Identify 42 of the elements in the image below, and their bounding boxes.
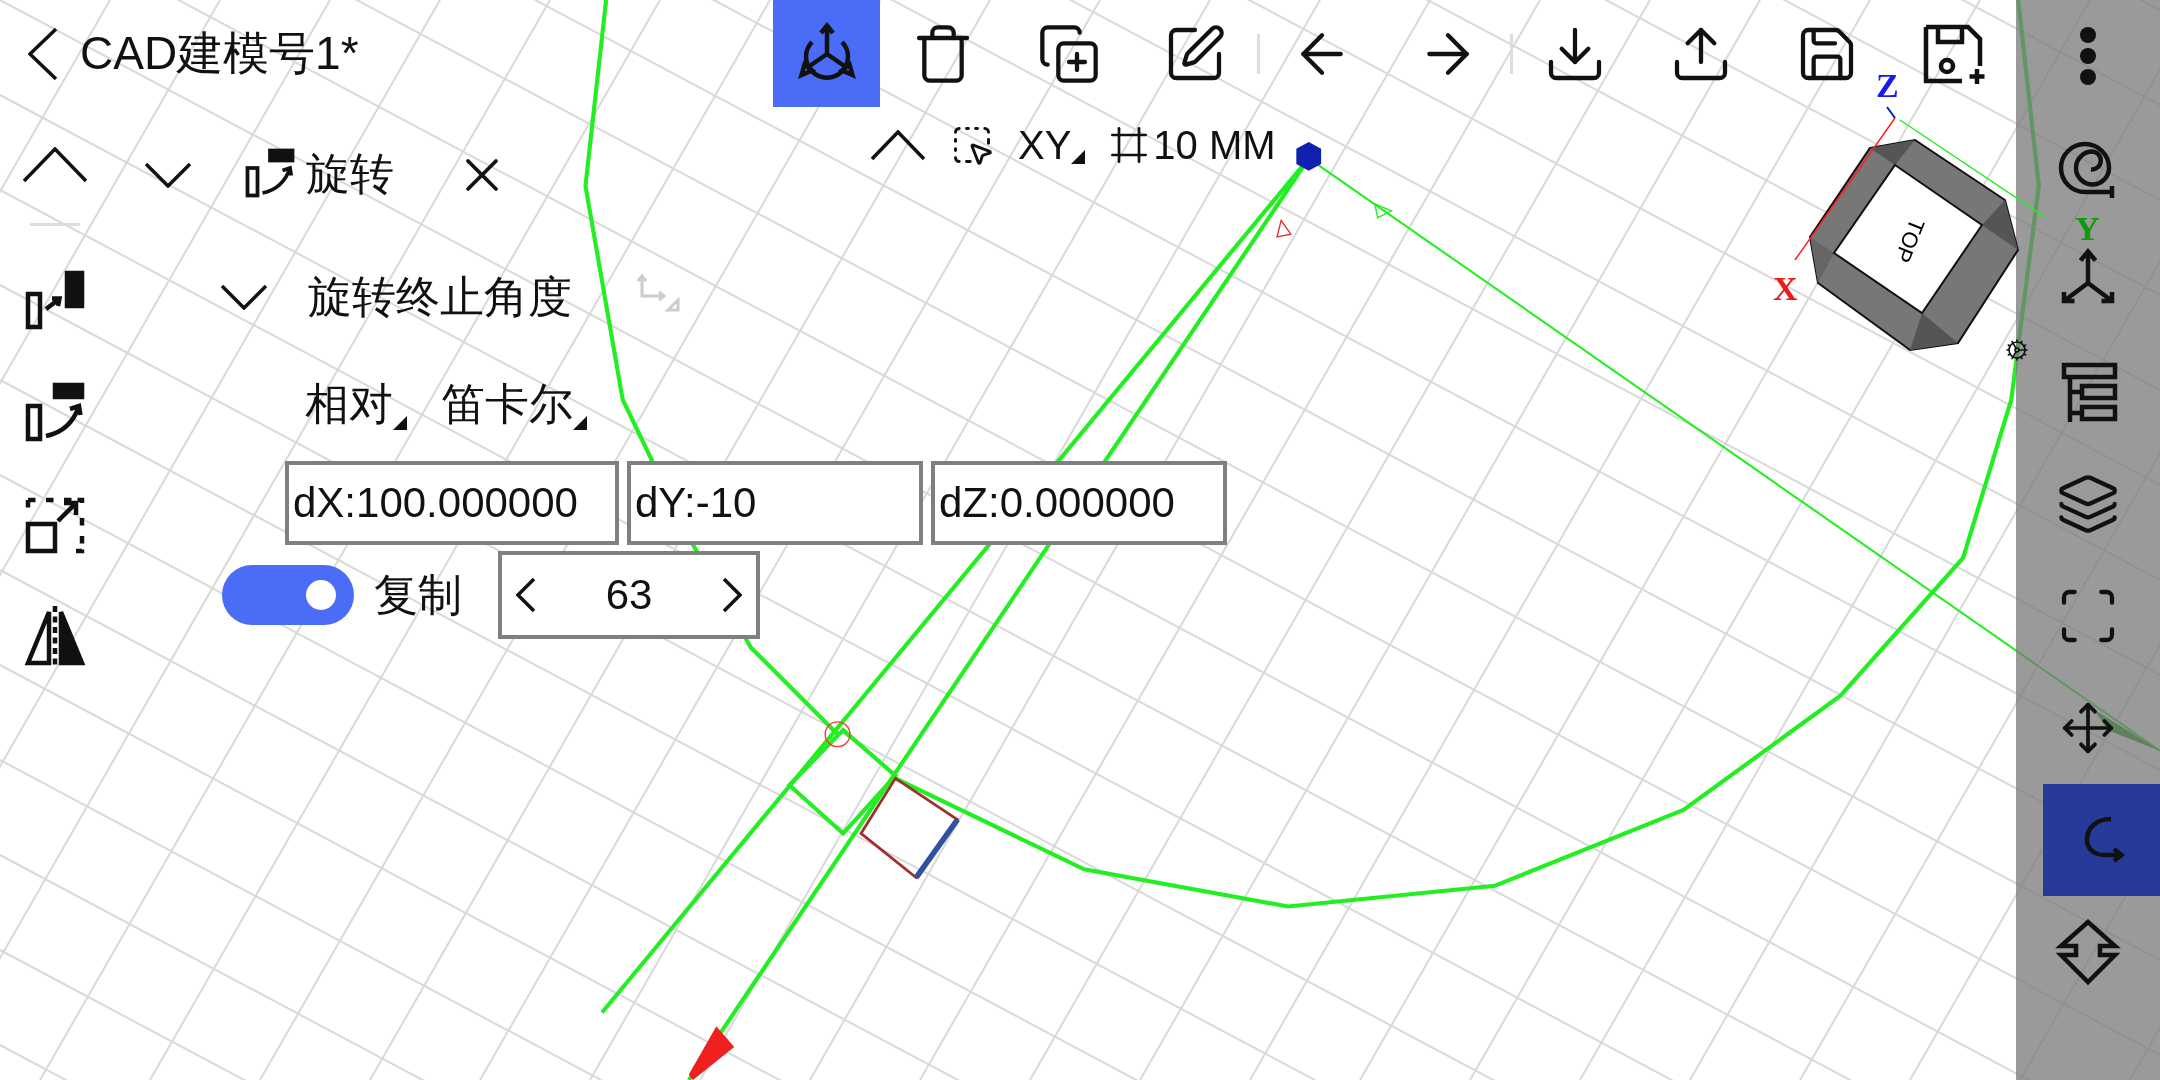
x-axis-label: X: [1773, 270, 1798, 307]
back-button[interactable]: [28, 26, 58, 81]
y-axis-label: Y: [2075, 210, 2100, 247]
back-icon: [28, 26, 58, 81]
more-icon: [2077, 25, 2099, 87]
coordinate-dropdown[interactable]: 笛卡尔: [441, 375, 587, 434]
dropdown-corner-icon: [393, 416, 407, 430]
copy-toggle[interactable]: [222, 565, 354, 625]
expand-button[interactable]: [144, 161, 192, 188]
grid-size-dropdown[interactable]: 10 MM: [1109, 122, 1276, 168]
cube-face-label: TOP: [1889, 215, 1930, 267]
grid-icon: [1109, 125, 1150, 165]
mode-dropdown[interactable]: 相对: [305, 375, 407, 434]
dropdown-corner-icon: [1071, 149, 1086, 164]
snap-point-marker: [824, 721, 851, 748]
gear-icon: [2005, 338, 2029, 362]
chevron-down-icon: [220, 284, 268, 310]
view-cube-drawing[interactable]: [1808, 138, 2020, 352]
plane-dropdown[interactable]: XY: [1018, 122, 1086, 168]
chevron-left-icon: [516, 577, 536, 613]
vertex-marker: [1296, 141, 1322, 171]
decrement-button[interactable]: [516, 577, 536, 613]
chevron-up-icon: [22, 147, 88, 183]
coordinate-field[interactable]: dX:100.000000: [285, 461, 619, 545]
chevron-down-icon: [144, 161, 192, 188]
copy-label: 复制: [374, 568, 462, 621]
increment-button[interactable]: [722, 577, 742, 613]
transform-button[interactable]: [773, 0, 880, 107]
step-expand-button[interactable]: [220, 284, 268, 310]
view-collapse-button[interactable]: [870, 129, 926, 161]
z-axis-label: Z: [1876, 67, 1899, 104]
count-value: 63: [605, 571, 653, 619]
coordinate-field[interactable]: dY:-10: [627, 461, 923, 545]
step-label: 旋转终止角度: [308, 270, 572, 323]
dropdown-corner-icon: [573, 416, 587, 430]
document-title: CAD建模号1*: [80, 25, 359, 81]
move-icon: [2060, 700, 2116, 756]
chevron-up-icon: [870, 129, 926, 161]
layers-icon: [2056, 472, 2120, 536]
command-title: 旋转: [306, 148, 394, 200]
chevron-right-icon: [722, 577, 742, 613]
coordinate-field[interactable]: dZ:0.000000: [931, 461, 1227, 545]
